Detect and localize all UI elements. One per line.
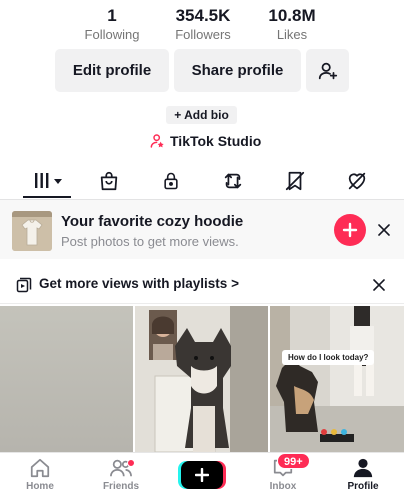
nav-profile[interactable]: Profile xyxy=(333,457,393,492)
promo-title: Your favorite cozy hoodie xyxy=(61,213,244,230)
add-person-icon xyxy=(318,62,337,79)
tab-videos[interactable] xyxy=(32,168,66,194)
promo-close-button[interactable] xyxy=(376,220,392,240)
grid-icon xyxy=(35,173,62,188)
nav-home[interactable]: Home xyxy=(10,457,70,492)
profile-tabs xyxy=(0,164,404,200)
playlist-icon xyxy=(16,277,32,293)
nav-inbox-label: Inbox xyxy=(269,481,297,492)
likes-label: Likes xyxy=(276,27,308,42)
active-tab-indicator xyxy=(23,196,71,198)
profile-icon xyxy=(353,458,373,478)
plus-icon xyxy=(195,468,209,482)
likes-stat[interactable]: 10.8M Likes xyxy=(257,6,327,43)
video-caption-bubble: How do I look today? xyxy=(282,350,375,365)
followers-label: Followers xyxy=(175,27,231,42)
shop-bag-icon xyxy=(100,171,118,191)
chevron-right-icon: > xyxy=(231,276,239,291)
video-thumbnail-2[interactable] xyxy=(135,306,268,452)
following-label: Following xyxy=(84,27,140,42)
edit-profile-button[interactable]: Edit profile xyxy=(55,49,169,92)
nav-friends-label: Friends xyxy=(102,481,140,492)
close-icon xyxy=(378,224,390,236)
playlist-banner[interactable]: Get more views with playlists > xyxy=(0,266,404,304)
playlist-banner-text: Get more views with playlists > xyxy=(39,276,239,291)
video-grid: How do I look today? xyxy=(0,306,404,452)
close-icon[interactable] xyxy=(373,279,385,291)
followers-stat[interactable]: 354.5K Followers xyxy=(165,6,241,43)
studio-label: TikTok Studio xyxy=(170,133,262,149)
tab-reposts[interactable] xyxy=(218,168,248,194)
tiktok-studio-link[interactable]: TikTok Studio xyxy=(150,131,261,151)
add-friend-button[interactable] xyxy=(306,49,349,92)
plus-icon xyxy=(342,222,358,238)
repost-icon xyxy=(224,173,242,189)
nav-friends[interactable]: Friends xyxy=(91,457,151,492)
video-thumbnail-3[interactable]: How do I look today? xyxy=(270,306,404,452)
create-button[interactable] xyxy=(181,461,223,489)
tab-liked[interactable] xyxy=(342,168,372,194)
promo-subtitle: Post photos to get more views. xyxy=(61,234,239,249)
video-thumbnail-1[interactable] xyxy=(0,306,133,452)
profile-stats: 1 Following 354.5K Followers 10.8M Likes xyxy=(0,6,404,46)
tab-favorites[interactable] xyxy=(280,168,310,194)
inbox-badge: 99+ xyxy=(277,453,310,469)
tab-shop[interactable] xyxy=(94,168,124,194)
liked-heart-icon xyxy=(348,172,366,190)
favorites-icon xyxy=(285,171,305,191)
bottom-nav: Home Friends Inbox 99+ Profile xyxy=(0,452,404,499)
friends-notification-dot xyxy=(127,459,135,467)
following-stat[interactable]: 1 Following xyxy=(82,6,142,43)
share-profile-button[interactable]: Share profile xyxy=(174,49,301,92)
nav-home-label: Home xyxy=(26,481,54,492)
tab-private[interactable] xyxy=(156,168,186,194)
promo-add-button[interactable] xyxy=(334,214,366,246)
followers-count: 354.5K xyxy=(175,6,231,25)
following-count: 1 xyxy=(107,6,117,25)
add-bio-button[interactable]: + Add bio xyxy=(166,106,237,124)
home-icon xyxy=(30,458,50,478)
likes-count: 10.8M xyxy=(268,6,316,25)
lock-icon xyxy=(164,172,178,190)
studio-person-icon xyxy=(150,134,164,148)
nav-profile-label: Profile xyxy=(347,481,379,492)
hoodie-thumbnail xyxy=(12,211,52,251)
